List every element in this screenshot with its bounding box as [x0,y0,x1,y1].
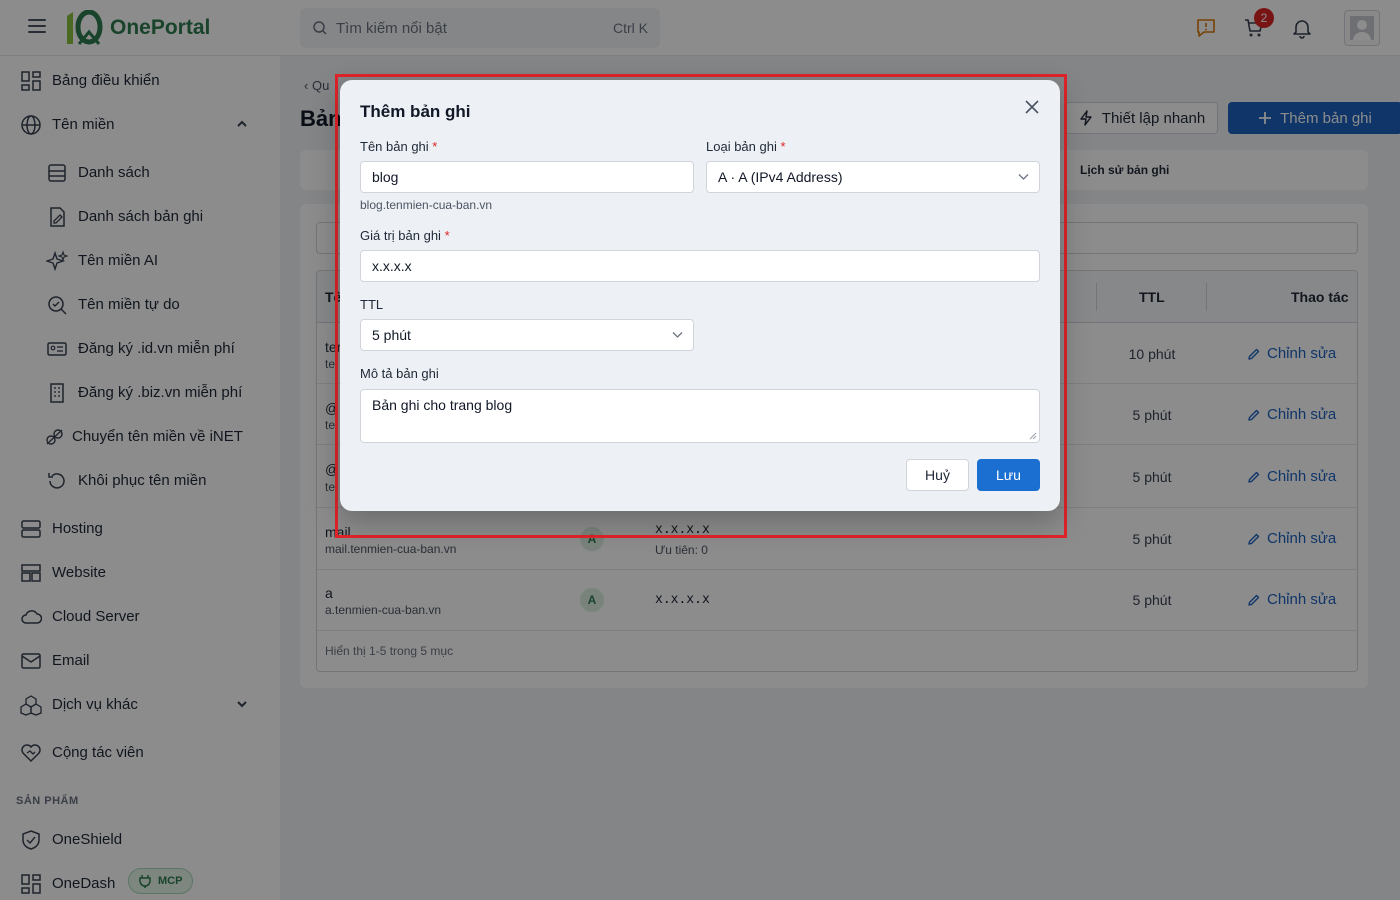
record-name-field[interactable]: blog [360,161,694,193]
resize-handle-icon[interactable] [1029,432,1037,440]
required-mark: * [780,139,786,154]
dialog-title: Thêm bản ghi [360,102,471,121]
ttl-label: TTL [360,297,384,312]
record-type-select[interactable]: A · A (IPv4 Address) [706,161,1040,193]
ttl-selected: 5 phút [372,327,411,343]
chevron-down-icon [1018,174,1029,180]
record-type-label-text: Loại bản ghi [706,139,777,154]
record-type-label: Loại bản ghi * [706,139,786,154]
record-name-label-text: Tên bản ghi [360,139,429,154]
save-button[interactable]: Lưu [977,459,1040,491]
required-mark: * [444,228,450,243]
record-value-field[interactable]: x.x.x.x [360,250,1040,282]
record-name-label: Tên bản ghi * [360,139,437,154]
record-name-hint: blog.tenmien-cua-ban.vn [360,198,493,212]
record-type-selected: A · A (IPv4 Address) [718,169,843,185]
cancel-button[interactable]: Huỷ [906,459,969,491]
ttl-select[interactable]: 5 phút [360,319,694,351]
add-record-dialog: Thêm bản ghi Tên bản ghi * blog blog.ten… [340,80,1060,511]
description-value: Bản ghi cho trang blog [372,397,513,413]
record-value-label-text: Giá trị bản ghi [360,228,441,243]
chevron-down-icon [672,332,683,338]
required-mark: * [432,139,438,154]
description-textarea[interactable]: Bản ghi cho trang blog [360,389,1040,443]
description-label: Mô tả bản ghi [360,366,439,381]
record-value-label: Giá trị bản ghi * [360,228,450,243]
close-icon[interactable] [1023,98,1041,116]
